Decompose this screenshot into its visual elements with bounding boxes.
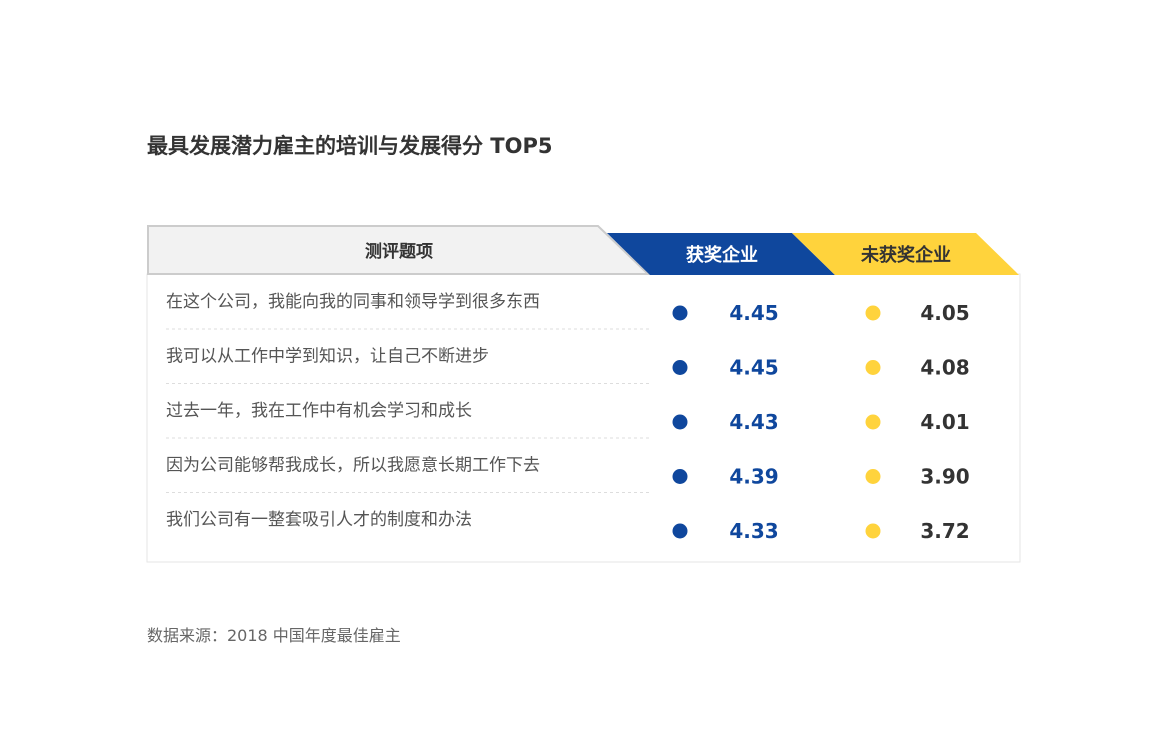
awarded-dot [672,414,688,430]
awarded-score: 4.45 [729,301,778,325]
awarded-score: 4.45 [729,356,778,380]
question-label: 过去一年，我在工作中有机会学习和成长 [166,401,472,421]
header-not-awarded-label: 未获奖企业 [861,244,951,266]
awarded-score: 4.33 [729,519,778,543]
not-awarded-dot [865,414,881,430]
awarded-score: 4.39 [729,465,778,489]
not-awarded-score: 4.01 [920,410,969,434]
not-awarded-dot [865,360,881,375]
not-awarded-dot [865,523,881,539]
header-question-label: 测评题项 [365,241,433,262]
not-awarded-dot [865,469,881,484]
not-awarded-score: 4.08 [920,356,969,380]
not-awarded-score: 3.90 [920,465,969,489]
question-label: 因为公司能够帮我成长，所以我愿意长期工作下去 [166,456,540,476]
awarded-score: 4.43 [729,410,778,434]
awarded-dot [672,469,688,484]
data-source: 数据来源：2018 中国年度最佳雇主 [147,626,401,645]
awarded-dot [672,523,688,539]
question-label: 我们公司有一整套吸引人才的制度和办法 [166,510,472,530]
header-awarded-label: 获奖企业 [686,244,758,266]
awarded-dot [672,360,688,375]
not-awarded-score: 3.72 [920,519,969,543]
question-label: 我可以从工作中学到知识，让自己不断进步 [166,347,489,367]
awarded-dot [672,305,688,321]
not-awarded-dot [865,305,881,321]
not-awarded-score: 4.05 [920,301,969,325]
question-label: 在这个公司，我能向我的同事和领导学到很多东西 [166,292,540,312]
